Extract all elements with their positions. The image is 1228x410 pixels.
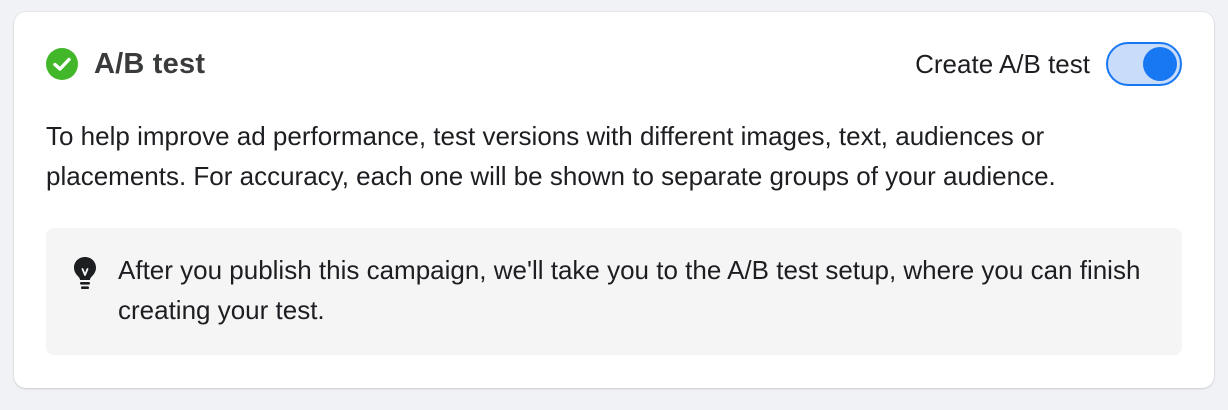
create-ab-test-toggle[interactable] (1106, 42, 1182, 86)
section-description: To help improve ad performance, test ver… (46, 121, 1056, 191)
title-group: A/B test (46, 48, 205, 81)
toggle-label: Create A/B test (915, 48, 1090, 79)
check-circle-icon (46, 48, 78, 80)
section-title: A/B test (94, 47, 206, 80)
lightbulb-icon (72, 256, 98, 290)
info-box: After you publish this campaign, we'll t… (46, 228, 1182, 355)
card-header: A/B test Create A/B test (46, 42, 1182, 86)
create-ab-test-toggle-group: Create A/B test (915, 42, 1182, 86)
toggle-knob (1143, 47, 1177, 81)
info-text: After you publish this campaign, we'll t… (118, 255, 1141, 325)
ab-test-card: A/B test Create A/B test To help improve… (14, 12, 1214, 388)
